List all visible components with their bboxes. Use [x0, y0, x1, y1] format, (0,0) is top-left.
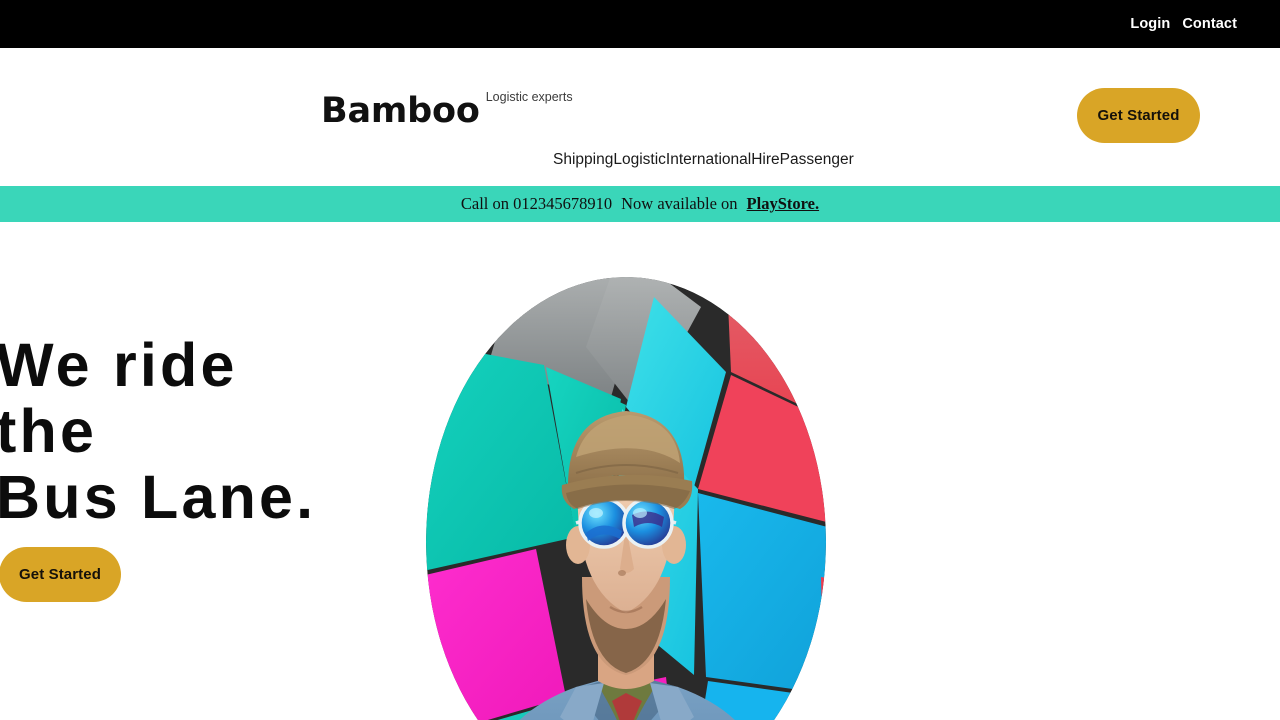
announcement-playstore-link[interactable]: PlayStore. [747, 194, 820, 214]
topbar-link-contact[interactable]: Contact [1182, 17, 1237, 32]
brand-wordmark: Bamboo [321, 91, 480, 131]
header-get-started-button[interactable]: Get Started [1077, 88, 1200, 143]
hero-image [426, 277, 826, 720]
landing-page: Login Contact Bamboo Logistic experts Shi… [0, 0, 1280, 720]
site-header: Bamboo Logistic experts Shipping Logistic… [0, 48, 1280, 186]
nav-item-international[interactable]: International [666, 148, 751, 171]
top-utility-bar: Login Contact [0, 0, 1280, 48]
top-utility-links: Login Contact [1130, 17, 1280, 32]
hero-copy: We ride the Bus Lane. [0, 332, 416, 530]
hero-section: We ride the Bus Lane. Get Started [0, 222, 1280, 720]
brand-logo[interactable]: Bamboo Logistic experts [321, 89, 573, 133]
nav-item-logistic[interactable]: Logistic [613, 148, 666, 171]
primary-navigation: Shipping Logistic International Hire Pas… [553, 148, 854, 171]
topbar-link-login[interactable]: Login [1130, 17, 1170, 32]
nav-item-passenger[interactable]: Passenger [780, 148, 854, 171]
brand-tagline: Logistic experts [485, 90, 573, 104]
hero-headline: We ride the Bus Lane. [0, 331, 317, 531]
nav-item-hire[interactable]: Hire [751, 148, 779, 171]
hero-illustration [426, 277, 826, 720]
hero-get-started-button[interactable]: Get Started [0, 547, 121, 602]
announcement-available-text: Now available on [621, 193, 738, 213]
announcement-call-text: Call on 012345678910 [460, 193, 613, 213]
nav-item-shipping[interactable]: Shipping [553, 148, 613, 171]
announcement-bar: Call on 012345678910 Now available on Pl… [0, 186, 1280, 222]
